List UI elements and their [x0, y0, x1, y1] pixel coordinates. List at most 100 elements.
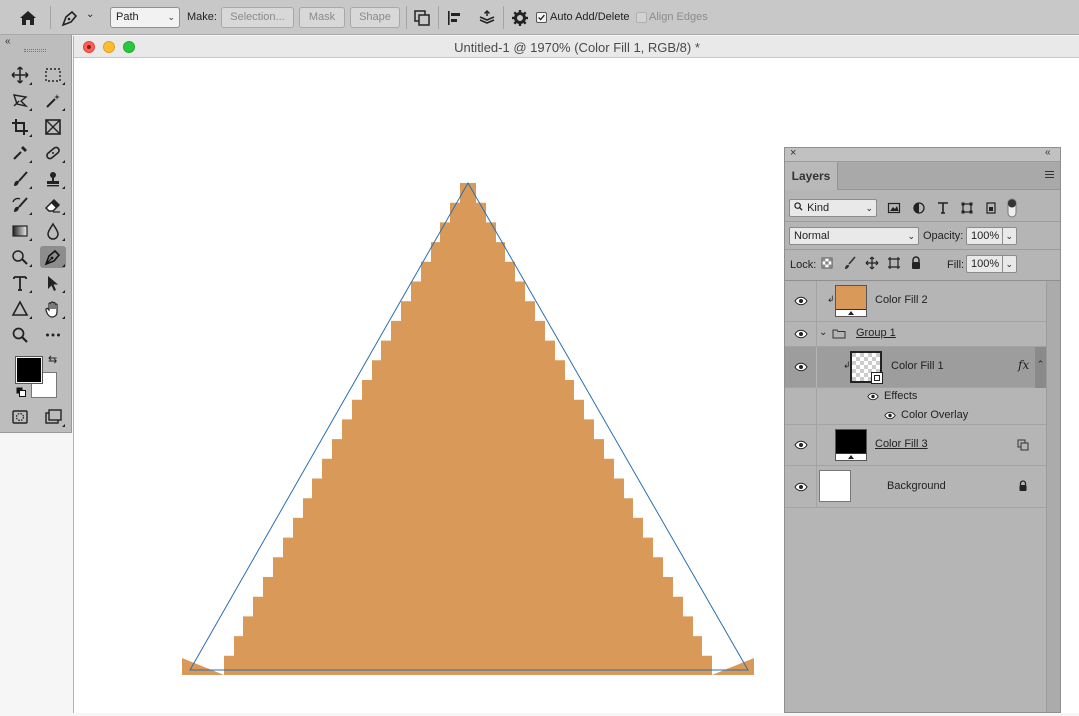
- effects-row[interactable]: Effects: [785, 388, 1046, 426]
- visibility-eye-icon[interactable]: [794, 329, 808, 339]
- layer-name: Group 1: [856, 327, 896, 339]
- collapse-effects-icon[interactable]: ⌃: [1035, 347, 1046, 388]
- path-selection-tool-icon[interactable]: [40, 272, 66, 294]
- fill-field[interactable]: 100% ⌄: [966, 255, 1017, 273]
- foreground-color-swatch[interactable]: [15, 356, 43, 384]
- options-bar: ⌄ Path ⌄ Make: Selection... Mask Shape A…: [0, 0, 1079, 35]
- layer-row-group-1[interactable]: ⌄ Group 1: [785, 322, 1046, 347]
- shape-button[interactable]: Shape: [350, 7, 400, 28]
- crop-tool-icon[interactable]: [7, 116, 33, 138]
- document-title-bar[interactable]: Untitled-1 @ 1970% (Color Fill 1, RGB/8)…: [74, 36, 1079, 58]
- filter-pixel-icon[interactable]: [887, 201, 901, 218]
- mask-button[interactable]: Mask: [299, 7, 345, 28]
- auto-add-delete-checkbox[interactable]: [536, 12, 547, 23]
- opacity-field[interactable]: 100% ⌄: [966, 227, 1017, 245]
- default-colors-icon[interactable]: [16, 387, 26, 397]
- divider: [406, 6, 407, 29]
- layer-thumbnail[interactable]: [850, 351, 883, 384]
- chevron-down-icon[interactable]: ⌄: [86, 9, 94, 20]
- quick-mask-icon[interactable]: [7, 406, 33, 428]
- folder-icon: [832, 328, 846, 342]
- search-icon: [794, 200, 804, 216]
- screen-mode-icon[interactable]: [40, 406, 66, 428]
- tool-mode-select[interactable]: Path ⌄: [110, 7, 180, 28]
- auto-add-delete-label: Auto Add/Delete: [550, 11, 630, 23]
- divider: [785, 221, 1060, 222]
- marquee-tool-icon[interactable]: [40, 64, 66, 86]
- shape-tool-icon[interactable]: [7, 298, 33, 320]
- history-brush-tool-icon[interactable]: [7, 194, 33, 216]
- move-tool-icon[interactable]: [7, 64, 33, 86]
- lock-position-icon[interactable]: [865, 256, 879, 273]
- pen-tool-icon[interactable]: [40, 246, 66, 268]
- swap-colors-icon[interactable]: ⇆: [48, 353, 57, 366]
- gradient-tool-icon[interactable]: [7, 220, 33, 242]
- zoom-tool-icon[interactable]: [7, 324, 33, 346]
- fill-label: Fill:: [947, 259, 965, 271]
- lock-transparent-pixels-icon[interactable]: [821, 257, 833, 272]
- pixelated-triangle-fill[interactable]: [182, 183, 754, 675]
- brush-tool-icon[interactable]: [7, 168, 33, 190]
- lock-artboard-icon[interactable]: [887, 256, 901, 273]
- layer-row-background[interactable]: Background: [785, 466, 1046, 508]
- layer-row-color-fill-1[interactable]: ↲ Color Fill 1 fx ⌃: [785, 347, 1046, 388]
- layer-row-color-fill-2[interactable]: ↲ Color Fill 2: [785, 281, 1046, 322]
- panel-grip[interactable]: [24, 49, 46, 52]
- divider: [816, 322, 817, 347]
- hand-tool-icon[interactable]: [40, 298, 66, 320]
- layer-thumbnail[interactable]: [835, 429, 867, 461]
- eyedropper-tool-icon[interactable]: [7, 142, 33, 164]
- gear-icon[interactable]: [510, 8, 530, 28]
- eraser-tool-icon[interactable]: [40, 194, 66, 216]
- panel-menu-icon[interactable]: [1044, 169, 1055, 180]
- divider: [50, 6, 51, 29]
- close-panel-icon[interactable]: ×: [790, 147, 796, 159]
- visibility-eye-icon[interactable]: [794, 440, 808, 450]
- layer-thumbnail[interactable]: [835, 285, 867, 317]
- collapse-panel-icon[interactable]: «: [1045, 147, 1051, 158]
- lock-image-pixels-icon[interactable]: [843, 256, 857, 273]
- layer-thumbnail[interactable]: [819, 470, 851, 502]
- pen-tool-preset-icon[interactable]: [60, 8, 80, 28]
- lasso-tool-icon[interactable]: [7, 90, 33, 112]
- filter-shape-icon[interactable]: [960, 201, 974, 218]
- path-alignment-icon[interactable]: [445, 8, 465, 28]
- layers-panel-header[interactable]: × «: [785, 147, 1060, 162]
- blend-mode-select[interactable]: Normal ⌄: [789, 227, 919, 245]
- layer-row-color-fill-3[interactable]: Color Fill 3: [785, 425, 1046, 466]
- fx-badge[interactable]: fx: [1018, 358, 1029, 372]
- tool-mode-value: Path: [116, 11, 139, 23]
- filter-smart-object-icon[interactable]: [984, 201, 998, 218]
- filter-type-icon[interactable]: [936, 201, 950, 218]
- filter-toggle-switch[interactable]: [1007, 198, 1017, 218]
- layers-tab-row: Layers: [785, 162, 1060, 190]
- filter-adjustment-icon[interactable]: [912, 201, 926, 218]
- layers-scrollbar[interactable]: [1046, 281, 1060, 712]
- lock-all-icon[interactable]: [909, 256, 923, 273]
- visibility-eye-icon[interactable]: [794, 362, 808, 372]
- dodge-tool-icon[interactable]: [7, 246, 33, 268]
- stamp-tool-icon[interactable]: [40, 168, 66, 190]
- divider: [785, 249, 1060, 250]
- home-icon[interactable]: [18, 8, 38, 28]
- collapse-panel-icon[interactable]: «: [5, 36, 11, 47]
- path-arrangement-icon[interactable]: [477, 8, 497, 28]
- type-tool-icon[interactable]: [7, 272, 33, 294]
- selection-button[interactable]: Selection...: [221, 7, 294, 28]
- color-overlay-effect-row[interactable]: Color Overlay: [785, 406, 1046, 425]
- path-operations-icon[interactable]: [412, 8, 432, 28]
- layer-filter-value: Kind: [807, 202, 830, 214]
- visibility-eye-icon[interactable]: [794, 482, 808, 492]
- magic-wand-tool-icon[interactable]: [40, 90, 66, 112]
- visibility-eye-icon[interactable]: [794, 296, 808, 306]
- align-edges-checkbox[interactable]: [636, 12, 647, 23]
- chevron-down-icon[interactable]: ⌄: [819, 327, 827, 338]
- blur-tool-icon[interactable]: [40, 220, 66, 242]
- visibility-eye-icon[interactable]: [867, 392, 881, 402]
- more-tools-icon[interactable]: [40, 324, 66, 346]
- visibility-eye-icon[interactable]: [884, 411, 898, 421]
- frame-tool-icon[interactable]: [40, 116, 66, 138]
- healing-brush-tool-icon[interactable]: [40, 142, 66, 164]
- layer-filter-select[interactable]: Kind ⌄: [789, 199, 877, 217]
- tab-layers[interactable]: Layers: [785, 162, 838, 190]
